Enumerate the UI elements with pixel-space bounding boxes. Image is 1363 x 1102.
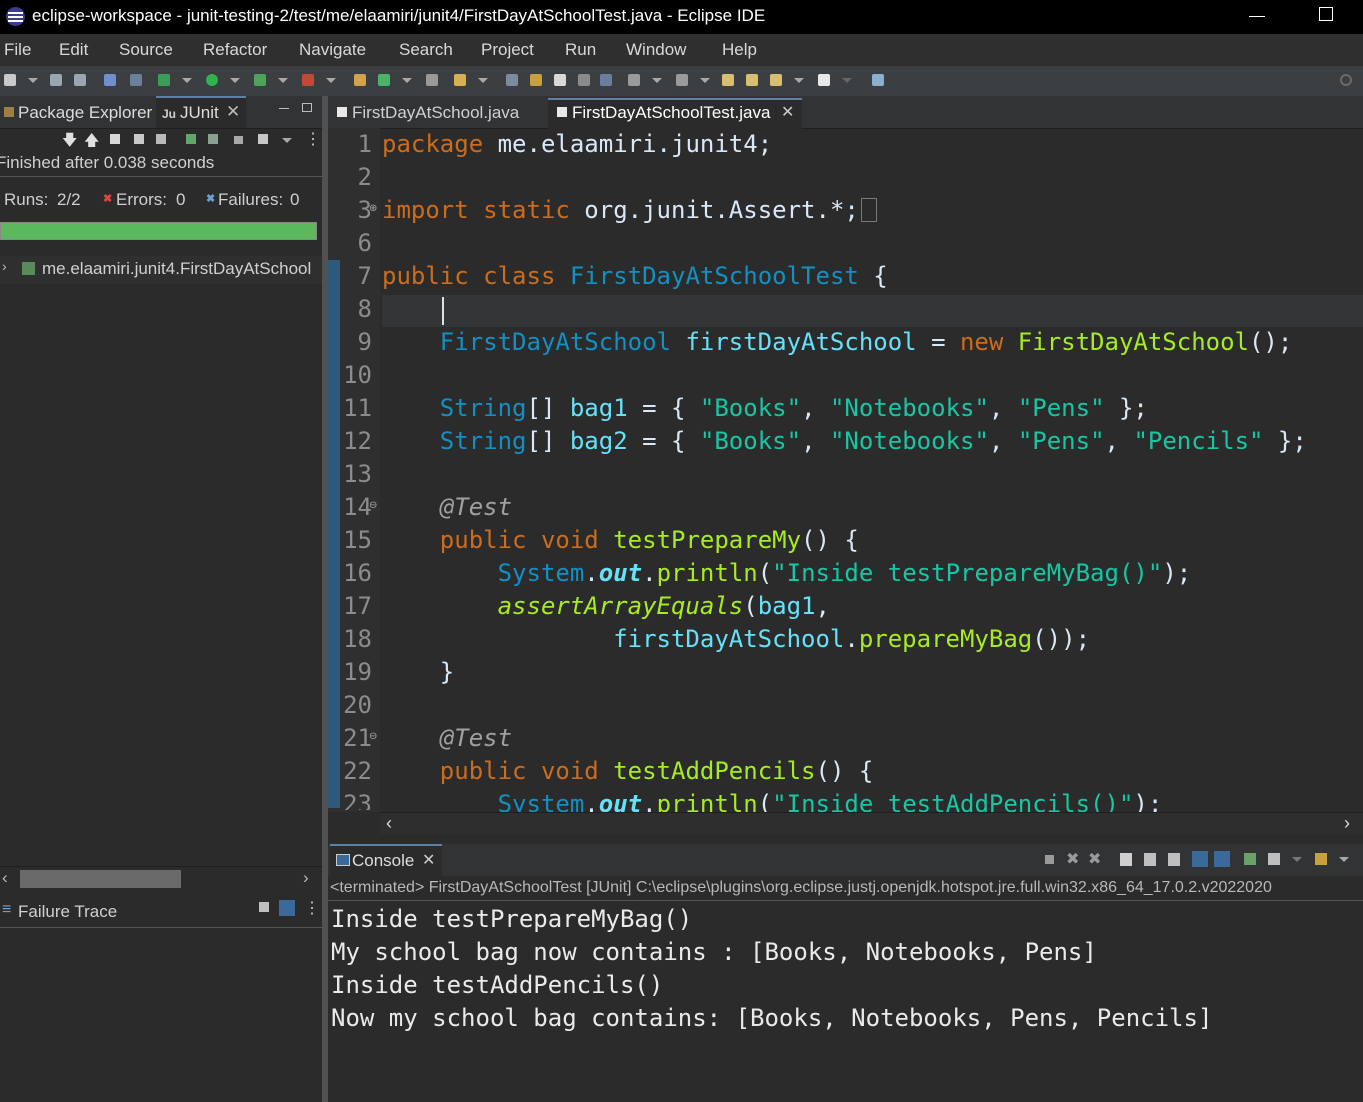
failure-trace-icon: ≡	[2, 901, 12, 918]
scroll-left-icon[interactable]: ‹	[386, 813, 392, 834]
scroll-thumb[interactable]	[20, 870, 181, 888]
clear-console-icon[interactable]	[1120, 853, 1132, 866]
tab-console[interactable]: Console	[352, 851, 414, 871]
code-line[interactable]: FirstDayAtSchool firstDayAtSchool = new …	[382, 328, 1293, 356]
word-wrap-icon[interactable]	[1168, 853, 1180, 866]
code-line[interactable]: package me.elaamiri.junit4;	[382, 130, 772, 158]
close-icon[interactable]: ✕	[422, 850, 435, 870]
code-line[interactable]: public class FirstDayAtSchoolTest {	[382, 262, 888, 290]
console-launch-header: <terminated> FirstDayAtSchoolTest [JUnit…	[330, 879, 1272, 896]
code-line[interactable]: import static org.junit.Assert.*;	[382, 196, 877, 224]
editor-horizontal-scrollbar[interactable]: ‹ ›	[380, 812, 1363, 835]
console-spacer	[328, 834, 1363, 844]
code-line[interactable]: System.out.println("Inside testAddPencil…	[382, 790, 1163, 812]
code-line[interactable]: System.out.println("Inside testPrepareMy…	[382, 559, 1192, 587]
left-horizontal-scrollbar[interactable]: ‹ ›	[0, 866, 322, 891]
failure-trace-header: ≡ Failure Trace ⋮	[0, 895, 322, 928]
scroll-lock-icon[interactable]	[1144, 853, 1156, 866]
open-console-icon[interactable]	[1315, 853, 1327, 865]
code-line[interactable]: String[] bag2 = { "Books", "Notebooks", …	[382, 427, 1307, 455]
terminate-icon[interactable]	[1045, 855, 1054, 864]
view-menu-icon[interactable]: ⋮	[304, 898, 320, 918]
text-caret	[442, 297, 444, 325]
filter-stack-icon[interactable]	[279, 900, 295, 916]
compare-icon[interactable]	[259, 902, 269, 912]
show-on-error-icon[interactable]	[1214, 851, 1230, 867]
console-line: My school bag now contains : [Books, Not…	[331, 938, 1097, 966]
code-line[interactable]: assertArrayEquals(bag1,	[382, 592, 830, 620]
remove-launch-icon[interactable]: ✖	[1066, 849, 1079, 869]
console-tabs: Console ✕ ✖ ✖	[328, 844, 1363, 877]
code-editor[interactable]: package me.elaamiri.junit4; import static…	[0, 0, 1363, 812]
code-line[interactable]: }	[382, 658, 454, 686]
code-line[interactable]: firstDayAtSchool.prepareMyBag());	[382, 625, 1090, 653]
code-line[interactable]: @Test	[382, 493, 512, 521]
code-line[interactable]: public void testPrepareMy() {	[382, 526, 859, 554]
console-line: Inside testPrepareMyBag()	[331, 905, 693, 933]
console-icon	[336, 854, 350, 866]
remove-all-icon[interactable]: ✖	[1088, 849, 1101, 869]
display-console-dropdown-icon[interactable]	[1292, 857, 1302, 862]
code-line[interactable]: public void testAddPencils() {	[382, 757, 874, 785]
show-on-output-icon[interactable]	[1192, 851, 1208, 867]
console-line: Now my school bag contains: [Books, Note…	[331, 1004, 1213, 1032]
code-line[interactable]: @Test	[382, 724, 512, 752]
scroll-right-icon[interactable]: ›	[1344, 813, 1350, 834]
console-line: Inside testAddPencils()	[331, 971, 664, 999]
code-line[interactable]: String[] bag1 = { "Books", "Notebooks", …	[382, 394, 1148, 422]
folded-imports-icon[interactable]	[860, 198, 877, 222]
scroll-right-icon[interactable]: ›	[303, 868, 309, 888]
failure-trace-label: Failure Trace	[18, 902, 118, 921]
display-selected-console-icon[interactable]	[1268, 853, 1280, 865]
pin-console-icon[interactable]	[1244, 853, 1256, 865]
scroll-left-icon[interactable]: ‹	[2, 868, 8, 888]
divider	[328, 900, 1363, 901]
open-console-dropdown-icon[interactable]	[1339, 857, 1349, 862]
